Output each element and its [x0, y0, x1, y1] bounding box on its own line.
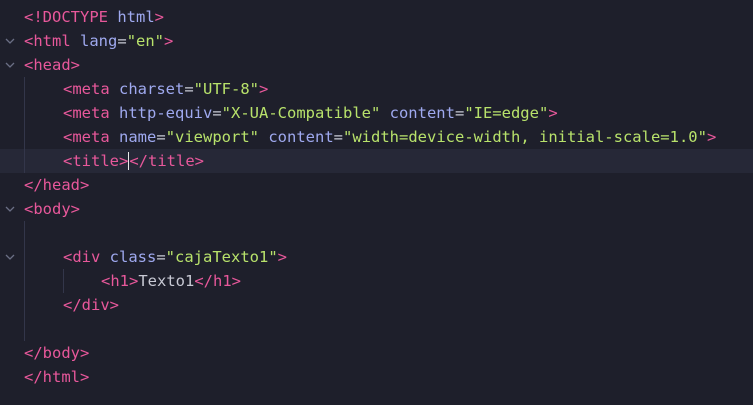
code-line-10[interactable] — [0, 221, 753, 245]
token-equals: = — [184, 80, 194, 98]
token-tag: </body> — [24, 344, 90, 362]
token-equals: = — [333, 128, 344, 146]
token-string: "IE=edge" — [464, 104, 549, 122]
code-line-16[interactable]: </html> — [0, 365, 753, 389]
token-tag: <html — [24, 32, 71, 50]
token-tag: > — [154, 8, 165, 26]
token-attribute: name — [109, 128, 157, 146]
token-equals: = — [212, 104, 222, 122]
indent-guide — [24, 149, 25, 173]
code-line-2[interactable]: <html lang="en"> — [0, 29, 753, 53]
token-tag: <title> — [63, 152, 129, 170]
token-equals: = — [454, 104, 465, 122]
code-line-13[interactable]: </div> — [0, 293, 753, 317]
token-string: "width=device-width, initial-scale=1.0" — [343, 128, 707, 146]
indent-guide — [24, 317, 25, 341]
token-equals: = — [117, 32, 127, 50]
token-tag: > — [706, 128, 717, 146]
token-attribute: content — [380, 104, 455, 122]
token-attribute: charset — [109, 80, 185, 98]
code-line-4[interactable]: <meta charset="UTF-8"> — [0, 77, 753, 101]
token-tag: </div> — [63, 296, 119, 314]
token-string: "X-UA-Compatible" — [221, 104, 381, 122]
indent-guide — [63, 269, 64, 293]
token-tag: <!DOCTYPE — [24, 8, 108, 26]
code-line-15[interactable]: </body> — [0, 341, 753, 365]
code-line-11[interactable]: <div class="cajaTexto1"> — [0, 245, 753, 269]
code-lines[interactable]: <!DOCTYPE html> <html lang="en"> <head> … — [0, 5, 753, 389]
token-string: "UTF-8" — [193, 80, 259, 98]
indent-guide — [24, 125, 25, 149]
token-tag: > — [259, 80, 269, 98]
code-line-8[interactable]: </head> — [0, 173, 753, 197]
code-line-12[interactable]: <h1>Texto1</h1> — [0, 269, 753, 293]
token-tag: </html> — [24, 368, 90, 386]
token-attribute: content — [259, 128, 334, 146]
token-doctype-name: html — [108, 8, 155, 26]
code-line-6[interactable]: <meta name="viewport" content="width=dev… — [0, 125, 753, 149]
token-tag: <div — [63, 248, 101, 266]
code-line-14[interactable] — [0, 317, 753, 341]
token-tag: > — [277, 248, 287, 266]
token-string: "viewport" — [165, 128, 260, 146]
code-line-7[interactable]: <title></title> — [0, 149, 753, 173]
token-string: "cajaTexto1" — [165, 248, 278, 266]
token-attribute: class — [100, 248, 157, 266]
token-text: Texto1 — [138, 272, 195, 290]
token-tag: <body> — [24, 200, 80, 218]
token-tag: > — [164, 32, 174, 50]
token-tag: </title> — [129, 152, 204, 170]
token-tag: </h1> — [194, 272, 241, 290]
indent-guide — [24, 245, 25, 269]
token-tag: </head> — [24, 176, 90, 194]
token-attribute: http-equiv — [109, 104, 213, 122]
indent-guide — [24, 293, 25, 317]
token-tag: <meta — [63, 104, 110, 122]
code-line-5[interactable]: <meta http-equiv="X-UA-Compatible" conte… — [0, 101, 753, 125]
indent-guide — [24, 101, 25, 125]
code-line-3[interactable]: <head> — [0, 53, 753, 77]
token-string: "en" — [126, 32, 165, 50]
code-line-9[interactable]: <body> — [0, 197, 753, 221]
token-equals: = — [156, 248, 166, 266]
token-tag: <meta — [63, 128, 110, 146]
code-editor[interactable]: <!DOCTYPE html> <html lang="en"> <head> … — [0, 0, 753, 405]
token-tag: <head> — [24, 56, 80, 74]
token-tag: <meta — [63, 80, 110, 98]
token-tag: <h1> — [101, 272, 139, 290]
indent-guide — [24, 221, 25, 245]
indent-guide — [24, 77, 25, 101]
token-attribute: lang — [70, 32, 118, 50]
code-line-1[interactable]: <!DOCTYPE html> — [0, 5, 753, 29]
indent-guide — [24, 269, 25, 293]
token-tag: > — [548, 104, 558, 122]
token-equals: = — [156, 128, 166, 146]
